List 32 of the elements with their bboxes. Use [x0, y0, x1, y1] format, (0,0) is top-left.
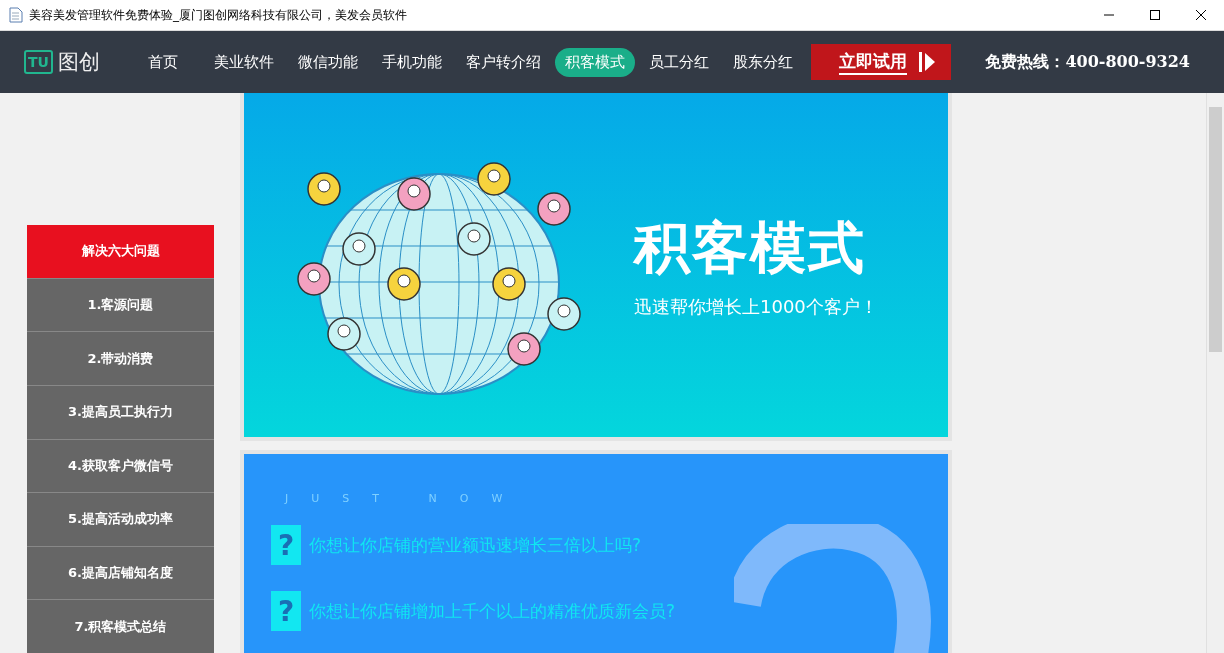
- banner-subtitle: 迅速帮你增长上1000个客户！: [634, 295, 878, 319]
- sidebar-item[interactable]: 2.带动消费: [27, 331, 214, 385]
- nav-tab[interactable]: 微信功能: [287, 47, 368, 77]
- logo-text: 图创: [57, 49, 100, 76]
- sidebar-item[interactable]: 5.提高活动成功率: [27, 492, 214, 546]
- question-text: 你想让你店铺的营业额迅速增长三倍以上吗?: [309, 533, 642, 557]
- sidebar-item[interactable]: 7.积客模式总结: [27, 599, 214, 653]
- nav-tab[interactable]: 客户转介绍: [455, 47, 551, 77]
- play-icon: [918, 52, 935, 72]
- nav-tab[interactable]: 手机功能: [371, 47, 452, 77]
- scrollbar[interactable]: [1206, 93, 1224, 653]
- sidebar-item[interactable]: 3.提高员工执行力: [27, 384, 214, 439]
- sidebar-item[interactable]: 1.客源问题: [27, 277, 214, 332]
- question-badge: ?: [271, 591, 301, 631]
- document-icon: [9, 7, 23, 23]
- question-text: 你想让你店铺增加上千个以上的精准优质新会员?: [309, 599, 676, 623]
- nav-tab[interactable]: 美业软件: [203, 47, 284, 77]
- maximize-icon[interactable]: [1150, 10, 1160, 20]
- sidebar-title: 解决六大问题: [27, 225, 214, 278]
- close-icon[interactable]: [1196, 10, 1206, 20]
- logo-mark: TU: [24, 50, 53, 74]
- eyebrow-text: JUST NOW: [285, 492, 527, 505]
- nav-tab[interactable]: 员工分红: [638, 47, 719, 77]
- window-title: 美容美发管理软件免费体验_厦门图创网络科技有限公司，美发会员软件: [29, 6, 408, 24]
- question-badge: ?: [271, 525, 301, 565]
- nav-tab[interactable]: 首页: [125, 47, 200, 77]
- banner-title: 积客模式: [634, 214, 867, 282]
- sidebar-item[interactable]: 6.提高店铺知名度: [27, 545, 214, 600]
- trial-button[interactable]: 立即试用: [810, 44, 951, 80]
- sidebar-item[interactable]: 4.获取客户微信号: [27, 438, 214, 493]
- hotline-text: 免费热线：400-800-9324: [985, 51, 1190, 73]
- nav-tab[interactable]: 股东分红: [722, 47, 803, 77]
